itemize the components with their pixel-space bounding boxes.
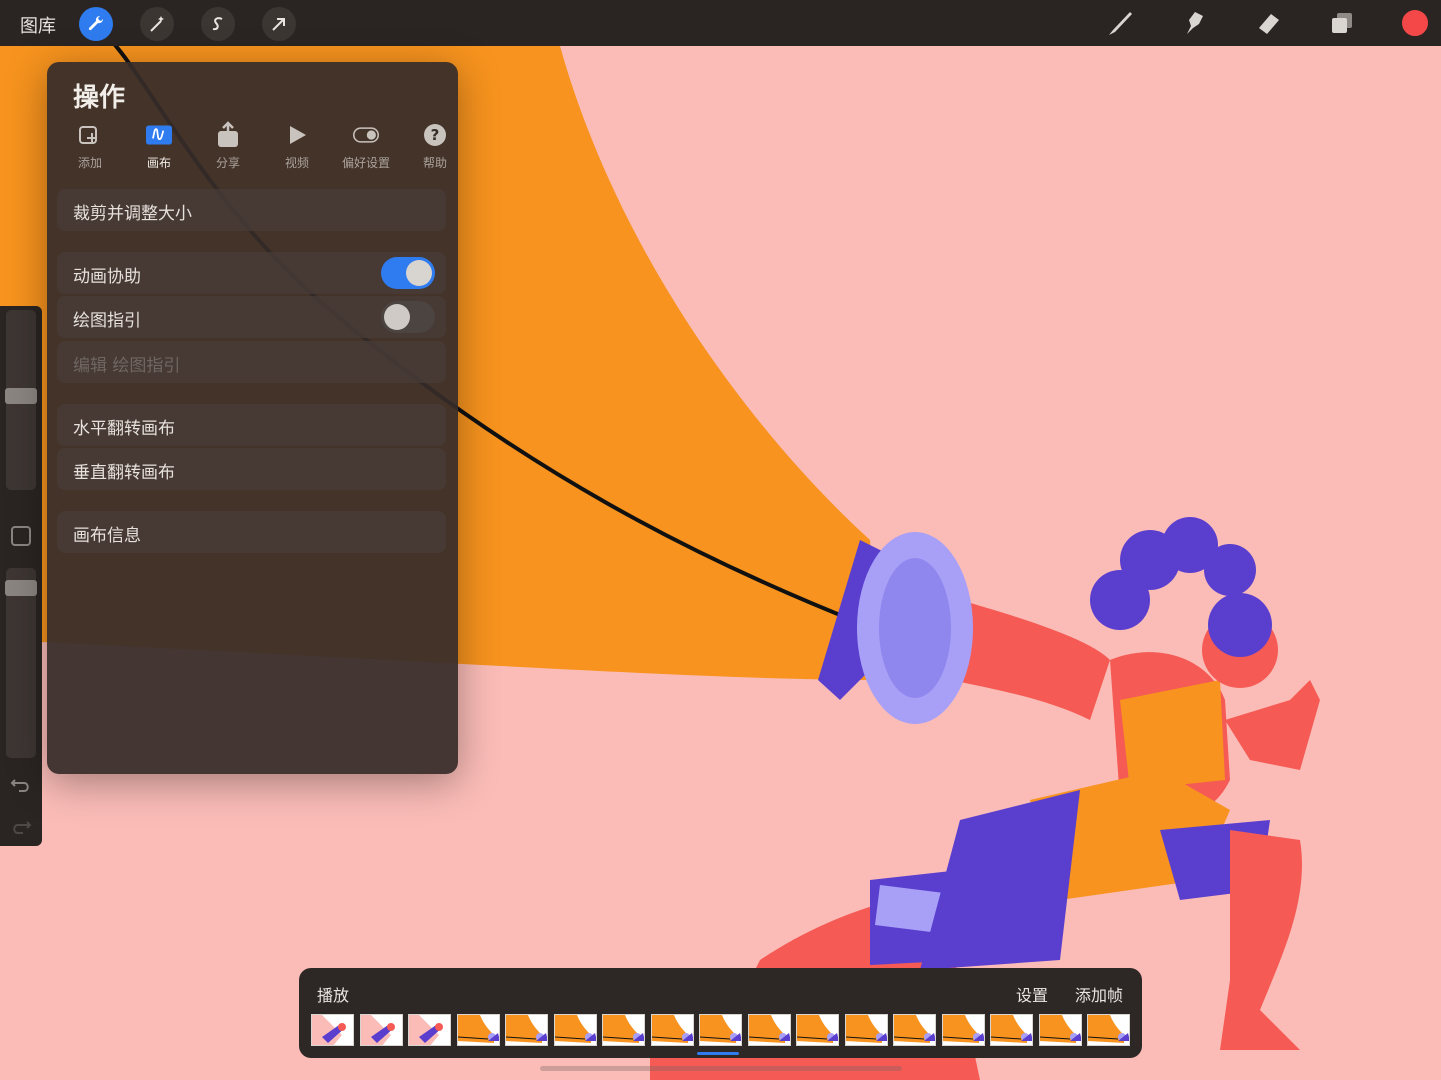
selection-icon[interactable] xyxy=(201,7,235,41)
drawing-guide-row[interactable]: 绘图指引 xyxy=(57,296,446,338)
layers-icon[interactable] xyxy=(1325,6,1359,40)
animation-frame-thumbnail[interactable] xyxy=(311,1014,354,1046)
animation-timeline-bar: 播放 设置 添加帧 xyxy=(299,968,1142,1058)
animation-frame-thumbnail[interactable] xyxy=(796,1014,839,1046)
help-icon: ? xyxy=(424,124,446,146)
crop-resize-row[interactable]: 裁剪并调整大小 xyxy=(57,189,446,231)
tab-help-label: 帮助 xyxy=(422,156,447,170)
modifier-button[interactable] xyxy=(11,526,31,546)
flip-vertical-label: 垂直翻转画布 xyxy=(73,463,175,483)
edit-drawing-guide-row: 编辑 绘图指引 xyxy=(57,341,446,383)
share-icon xyxy=(218,121,238,147)
tab-canvas[interactable]: 画布 xyxy=(126,122,192,180)
drawing-guide-label: 绘图指引 xyxy=(73,311,141,331)
actions-panel: 操作 添加 画布 分享 视频 偏好设置 ? 帮助 裁剪并调整大小 动画协助 绘图… xyxy=(47,62,458,774)
animation-frame-thumbnail[interactable] xyxy=(844,1014,888,1046)
side-bar xyxy=(0,306,42,846)
canvas-info-row[interactable]: 画布信息 xyxy=(57,511,446,553)
tab-share[interactable]: 分享 xyxy=(195,121,261,180)
brush-size-thumb[interactable] xyxy=(5,388,37,404)
toggle-knob xyxy=(406,260,432,286)
animation-frame-thumbnail[interactable] xyxy=(359,1014,403,1046)
eraser-icon[interactable] xyxy=(1251,6,1285,40)
smudge-icon[interactable] xyxy=(1177,6,1211,40)
actions-wrench-icon[interactable] xyxy=(79,7,113,41)
animation-frame-thumbnail[interactable] xyxy=(650,1014,694,1046)
flip-vertical-row[interactable]: 垂直翻转画布 xyxy=(57,448,446,490)
color-picker-button[interactable] xyxy=(1400,8,1430,38)
tab-preferences[interactable]: 偏好设置 xyxy=(333,122,399,180)
animation-frame-thumbnail[interactable] xyxy=(553,1014,597,1046)
transform-arrow-icon[interactable] xyxy=(262,7,296,41)
animation-frame-thumbnail[interactable] xyxy=(699,1014,742,1046)
gallery-button[interactable]: 图库 xyxy=(20,12,56,38)
home-indicator xyxy=(540,1066,902,1071)
tab-share-label: 分享 xyxy=(215,156,240,170)
panel-title: 操作 xyxy=(73,83,126,113)
tab-preferences-label: 偏好设置 xyxy=(341,156,390,170)
actions-tabs: 添加 画布 分享 视频 偏好设置 ? 帮助 xyxy=(57,121,448,180)
adjustments-wand-icon[interactable] xyxy=(140,7,174,41)
tab-add-label: 添加 xyxy=(77,156,102,170)
animation-frame-thumbnail[interactable] xyxy=(1087,1014,1130,1046)
animation-frame-thumbnail[interactable] xyxy=(893,1014,936,1046)
drawing-guide-toggle[interactable] xyxy=(381,301,435,333)
tab-help[interactable]: ? 帮助 xyxy=(402,122,468,180)
play-button[interactable]: 播放 xyxy=(317,982,349,1006)
tab-canvas-label: 画布 xyxy=(146,156,171,170)
crop-resize-label: 裁剪并调整大小 xyxy=(73,204,192,224)
animation-frame-thumbnail[interactable] xyxy=(456,1014,500,1046)
tab-video[interactable]: 视频 xyxy=(264,122,330,180)
opacity-thumb[interactable] xyxy=(5,580,37,596)
redo-icon[interactable] xyxy=(9,814,33,838)
animation-frame-thumbnail[interactable] xyxy=(747,1014,791,1046)
animation-assist-toggle[interactable] xyxy=(381,257,435,289)
toggle-knob xyxy=(384,304,410,330)
flip-horizontal-row[interactable]: 水平翻转画布 xyxy=(57,404,446,446)
animation-frame-thumbnail[interactable] xyxy=(408,1014,451,1046)
animation-frame-thumbnail[interactable] xyxy=(1038,1014,1082,1046)
video-play-icon xyxy=(290,126,306,144)
edit-drawing-guide-label: 编辑 绘图指引 xyxy=(73,356,181,376)
animation-frame-thumbnail[interactable] xyxy=(602,1014,645,1046)
add-image-icon xyxy=(79,126,97,144)
flip-horizontal-label: 水平翻转画布 xyxy=(73,419,175,439)
animation-frame-thumbnail[interactable] xyxy=(941,1014,985,1046)
animation-frame-thumbnail[interactable] xyxy=(990,1014,1033,1046)
animation-settings-button[interactable]: 设置 xyxy=(1016,982,1048,1006)
preferences-toggle-icon xyxy=(353,127,379,143)
selected-frame-indicator xyxy=(697,1052,739,1055)
frame-strip xyxy=(309,1014,1132,1048)
undo-icon[interactable] xyxy=(9,772,33,796)
animation-frame-thumbnail[interactable] xyxy=(505,1014,548,1046)
brush-icon[interactable] xyxy=(1103,6,1137,40)
add-frame-button[interactable]: 添加帧 xyxy=(1075,982,1123,1006)
svg-text:?: ? xyxy=(431,126,440,144)
animation-assist-label: 动画协助 xyxy=(73,267,141,287)
opacity-slider[interactable] xyxy=(6,568,36,758)
top-toolbar: 图库 xyxy=(0,0,1441,46)
animation-assist-row[interactable]: 动画协助 xyxy=(57,252,446,294)
canvas-icon xyxy=(146,125,172,145)
tab-video-label: 视频 xyxy=(284,156,309,170)
canvas-info-label: 画布信息 xyxy=(73,526,141,546)
tab-add[interactable]: 添加 xyxy=(57,122,123,180)
